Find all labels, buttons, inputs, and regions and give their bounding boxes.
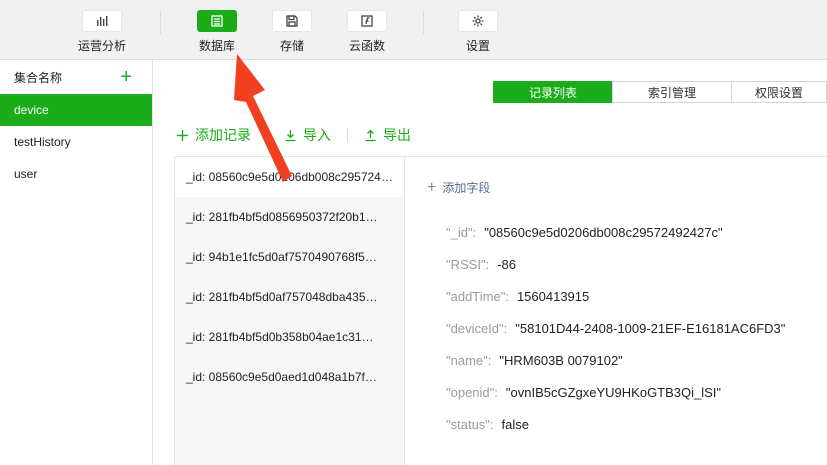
field-key: "_id": [446,225,477,240]
add-collection-button[interactable]: + [120,67,132,87]
record-actions: 添加记录 导入 导出 [176,126,411,144]
sidebar-title: 集合名称 [14,70,63,85]
tab-records[interactable]: 记录列表 [493,81,613,103]
field-value[interactable]: false [502,417,529,432]
action-divider [267,128,268,142]
record-list: _id: 08560c9e5d0206db008c29572492427c _i… [174,156,405,465]
record-detail: + 添加字段 "_id": "08560c9e5d0206db008c295724… [405,156,827,465]
import-label: 导入 [303,127,331,143]
toolbar-database-button[interactable]: 数据库 [177,10,257,54]
export-label: 导出 [383,127,411,143]
sidebar-item-user[interactable]: user [0,158,152,190]
field-key: "name": [446,353,492,368]
field-key: "deviceId": [446,321,508,336]
record-item[interactable]: _id: 08560c9e5d0aed1d048a1b7f… [175,357,404,397]
tab-index-management[interactable]: 索引管理 [612,81,732,103]
field-key: "status": [446,417,494,432]
import-icon [285,129,296,141]
export-icon [365,129,376,141]
field-row: "status": false [446,417,529,432]
sidebar-header: 集合名称 + [0,60,152,94]
field-row: "RSSI": -86 [446,257,516,272]
toolbar-divider [423,12,424,34]
field-value[interactable]: 1560413915 [517,289,589,304]
function-icon [347,10,387,32]
field-value[interactable]: -86 [497,257,516,272]
toolbar-settings-button[interactable]: 设置 [438,10,518,54]
bar-chart-icon [82,10,122,32]
collection-sidebar: 集合名称 + device testHistory user [0,60,153,465]
toolbar-cloud-function-label: 云函数 [348,39,385,53]
add-field-label: 添加字段 [442,181,491,195]
field-value[interactable]: "08560c9e5d0206db008c29572492427c" [484,225,722,240]
action-divider [347,128,348,142]
field-row: "name": "HRM603B 0079102" [446,353,623,368]
toolbar-storage-label: 存储 [279,39,304,53]
gear-icon [458,10,498,32]
save-icon [272,10,312,32]
field-value[interactable]: "HRM603B 0079102" [499,353,622,368]
field-value[interactable]: "58101D44-2408-1009-21EF-E16181AC6FD3" [515,321,785,336]
field-key: "openid": [446,385,498,400]
add-record-button[interactable]: 添加记录 [176,125,251,145]
plus-icon [177,129,188,141]
field-key: "addTime": [446,289,509,304]
toolbar-divider [160,12,161,34]
record-item[interactable]: _id: 08560c9e5d0206db008c29572492427c [175,157,404,197]
toolbar-database-label: 数据库 [198,39,235,53]
field-row: "_id": "08560c9e5d0206db008c29572492427c" [446,225,723,240]
record-item[interactable]: _id: 281fb4bf5d0af757048dba435… [175,277,404,317]
field-row: "addTime": 1560413915 [446,289,589,304]
field-row: "openid": "ovnIB5cGZgxeYU9HKoGTB3Qi_lSI" [446,385,721,400]
database-icon [197,10,237,32]
export-button[interactable]: 导出 [364,125,411,145]
toolbar-analytics-button[interactable]: 运营分析 [62,10,142,54]
toolbar-cloud-function-button[interactable]: 云函数 [327,10,407,54]
field-key: "RSSI": [446,257,490,272]
record-item[interactable]: _id: 94b1e1fc5d0af7570490768f5… [175,237,404,277]
toolbar-storage-button[interactable]: 存储 [252,10,332,54]
toolbar-analytics-label: 运营分析 [77,39,126,53]
field-value[interactable]: "ovnIB5cGZgxeYU9HKoGTB3Qi_lSI" [506,385,721,400]
toolbar-settings-label: 设置 [465,39,490,53]
field-row: "deviceId": "58101D44-2408-1009-21EF-E161… [446,321,785,336]
import-button[interactable]: 导入 [284,125,331,145]
plus-icon: + [427,178,437,196]
record-item[interactable]: _id: 281fb4bf5d0b358b04ae1c31… [175,317,404,357]
sidebar-item-testhistory[interactable]: testHistory [0,126,152,158]
top-toolbar: 运营分析 数据库 存储 云函数 设置 [0,0,827,60]
tab-permissions[interactable]: 权限设置 [731,81,827,103]
view-tabs: 记录列表 索引管理 权限设置 [493,81,827,103]
sidebar-item-device[interactable]: device [0,94,152,126]
add-record-label: 添加记录 [195,127,251,143]
add-field-button[interactable]: + 添加字段 [427,179,490,196]
record-item[interactable]: _id: 281fb4bf5d0856950372f20b1… [175,197,404,237]
